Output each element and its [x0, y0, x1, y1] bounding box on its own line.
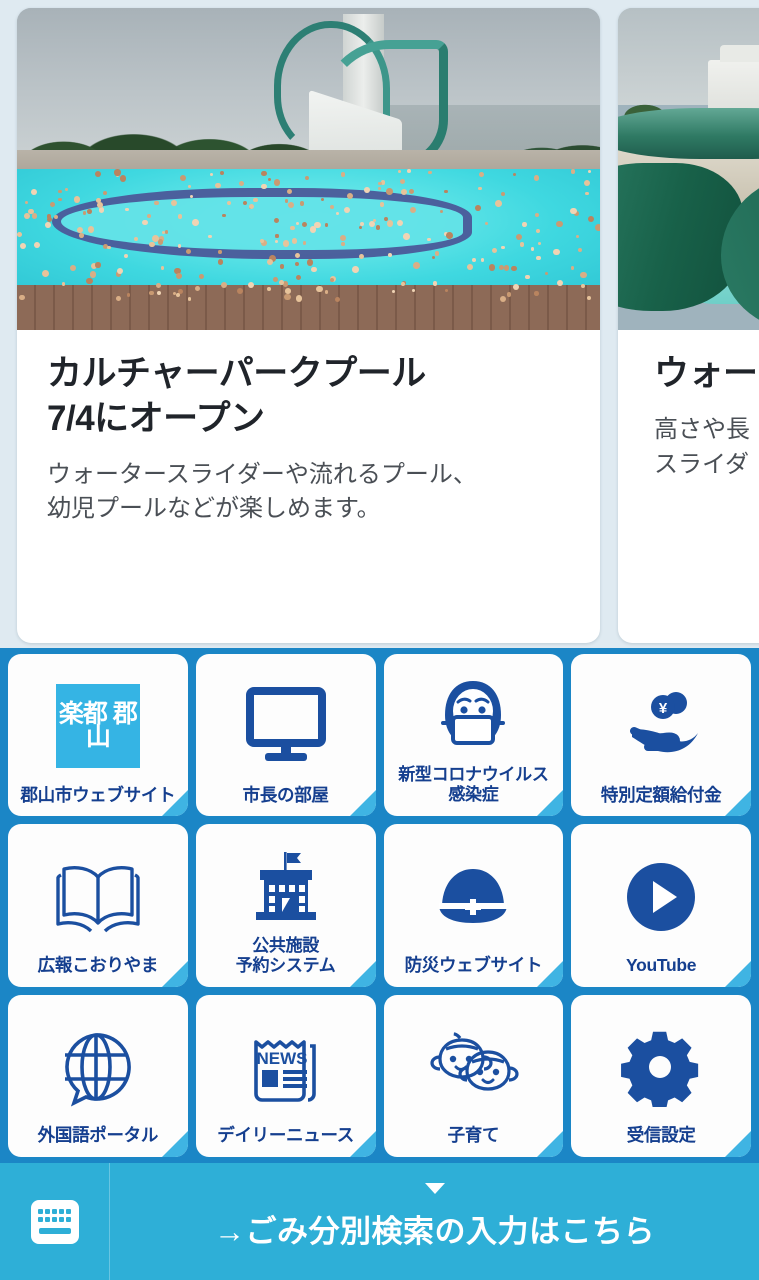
grid-tile-label: 受信設定	[626, 1125, 696, 1146]
keyboard-icon	[30, 1199, 79, 1244]
open-book-icon	[8, 838, 188, 955]
grid-tile-mayor-room[interactable]: 市長の部屋	[195, 654, 376, 817]
monitor-icon	[196, 668, 376, 785]
newspaper-icon: NEWS	[196, 1009, 376, 1126]
news-label: NEWS	[256, 1049, 307, 1068]
wave-pool-photo	[17, 8, 600, 330]
news-carousel[interactable]: カルチャーパークプール 7/4にオープン ウォータースライダーや流れるプール、 …	[0, 0, 759, 648]
grid-tile-city-website[interactable]: 楽都 郡山 郡山市ウェブサイト	[8, 654, 188, 817]
grid-tile-label: 郡山市ウェブサイト	[20, 784, 176, 805]
grid-tile-label: デイリーニュース	[217, 1125, 354, 1146]
gear-icon	[571, 1009, 751, 1126]
caret-down-icon	[424, 1183, 445, 1194]
news-card-description: ウォータースライダーや流れるプール、 幼児プールなどが楽しめます。	[47, 460, 477, 523]
garbage-search-label: →ごみ分別検索の入力はこちら	[214, 1214, 655, 1249]
news-card-primary[interactable]: カルチャーパークプール 7/4にオープン ウォータースライダーや流れるプール、 …	[17, 8, 600, 643]
hand-yen-coin-icon: ¥	[571, 668, 751, 785]
corner-triangle-icon	[349, 790, 376, 817]
shortcut-grid-section: 楽都 郡山 郡山市ウェブサイト 市長の部屋 新型コロナウイルス 感染症 ¥ 特別…	[0, 648, 759, 1163]
play-circle-icon	[571, 838, 751, 955]
shortcut-grid: 楽都 郡山 郡山市ウェブサイト 市長の部屋 新型コロナウイルス 感染症 ¥ 特別…	[8, 654, 751, 1157]
grid-tile-covid19[interactable]: 新型コロナウイルス 感染症	[383, 654, 564, 817]
grid-tile-daily-news[interactable]: NEWS デイリーニュース	[195, 994, 376, 1157]
grid-tile-label: 防災ウェブサイト	[404, 955, 543, 976]
svg-text:¥: ¥	[659, 700, 668, 717]
logo-text: 楽都 郡山	[58, 699, 138, 752]
grid-tile-public-relations[interactable]: 広報こおりやま	[8, 824, 188, 987]
globe-speech-icon	[8, 1009, 188, 1126]
safety-helmet-icon	[384, 838, 564, 955]
grid-tile-label: YouTube	[626, 955, 697, 976]
grid-tile-foreign-language-portal[interactable]: 外国語ポータル	[8, 994, 188, 1157]
grid-tile-label: 特別定額給付金	[600, 784, 722, 805]
corner-triangle-icon	[725, 960, 751, 987]
corner-triangle-icon	[537, 960, 564, 987]
grid-tile-label: 外国語ポータル	[37, 1125, 159, 1146]
corner-triangle-icon	[349, 960, 376, 987]
news-card-title: カルチャーパークプール 7/4にオープン	[47, 354, 426, 438]
corner-triangle-icon	[161, 960, 188, 987]
keyboard-button[interactable]	[0, 1163, 110, 1280]
app-root: カルチャーパークプール 7/4にオープン ウォータースライダーや流れるプール、 …	[0, 0, 759, 1280]
grid-tile-facility-reservation[interactable]: 公共施設 予約システム	[195, 824, 376, 987]
news-card-description: 高さや長 スライダ	[654, 415, 750, 478]
grid-tile-youtube[interactable]: YouTube	[571, 824, 751, 987]
children-faces-icon	[384, 1009, 564, 1126]
corner-triangle-icon	[161, 1130, 188, 1157]
grid-tile-special-benefit[interactable]: ¥ 特別定額給付金	[571, 654, 751, 817]
grid-tile-disaster-website[interactable]: 防災ウェブサイト	[383, 824, 564, 987]
grid-tile-label: 公共施設 予約システム	[235, 935, 336, 975]
grid-tile-label: 子育て	[447, 1125, 500, 1146]
news-card-title: ウォー	[654, 354, 758, 393]
grid-tile-label: 市長の部屋	[242, 784, 329, 805]
corner-triangle-icon	[725, 1130, 751, 1157]
bottom-bar: →ごみ分別検索の入力はこちら	[0, 1163, 759, 1280]
corner-triangle-icon	[161, 790, 188, 817]
news-card-secondary[interactable]: ウォー 高さや長 スライダ	[618, 8, 759, 643]
grid-tile-label: 新型コロナウイルス 感染症	[398, 765, 549, 805]
face-mask-icon	[384, 668, 564, 765]
corner-triangle-icon	[349, 1130, 376, 1157]
grid-tile-notification-settings[interactable]: 受信設定	[571, 994, 751, 1157]
garbage-search-entry[interactable]: →ごみ分別検索の入力はこちら	[110, 1163, 759, 1280]
grid-tile-childcare[interactable]: 子育て	[383, 994, 564, 1157]
corner-triangle-icon	[537, 790, 564, 817]
corner-triangle-icon	[725, 790, 751, 817]
koriyama-logo-icon: 楽都 郡山	[8, 668, 188, 785]
water-slide-photo	[618, 8, 759, 330]
grid-tile-label: 広報こおりやま	[37, 955, 159, 976]
corner-triangle-icon	[537, 1130, 564, 1157]
government-building-icon	[196, 838, 376, 935]
